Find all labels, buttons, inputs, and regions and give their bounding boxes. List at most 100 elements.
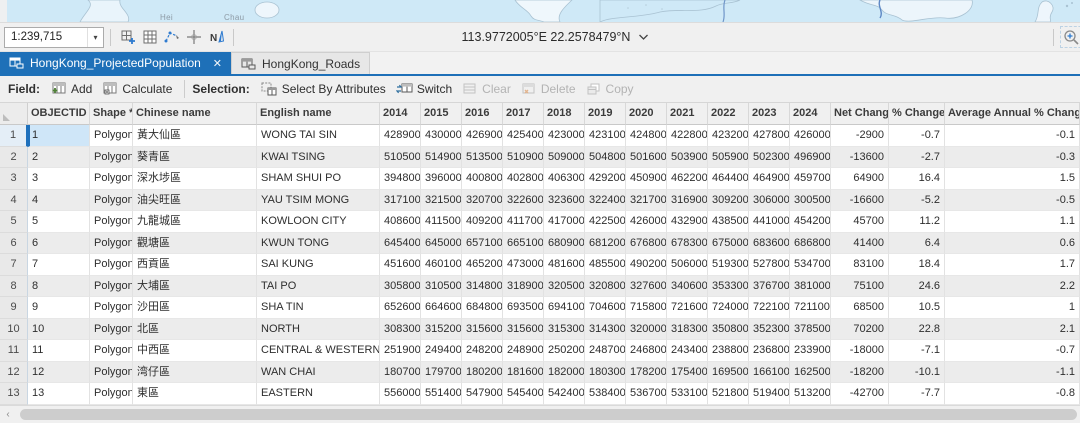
- cell[interactable]: 327600: [626, 276, 667, 298]
- cell[interactable]: TAI PO: [257, 276, 380, 298]
- cell[interactable]: 中西區: [133, 340, 257, 362]
- cell[interactable]: 652600: [380, 297, 421, 319]
- row-number[interactable]: 12: [0, 362, 28, 384]
- cell[interactable]: 318300: [667, 319, 708, 341]
- select-all-corner[interactable]: [0, 103, 28, 125]
- cell[interactable]: 521800: [708, 383, 749, 405]
- cell[interactable]: 547900: [462, 383, 503, 405]
- tab-hongkong-roads[interactable]: HongKong_Roads: [231, 52, 370, 74]
- cell[interactable]: 248200: [462, 340, 503, 362]
- cell[interactable]: 657100: [462, 233, 503, 255]
- column-header[interactable]: Shape *: [90, 103, 133, 125]
- cell[interactable]: 6.4: [889, 233, 945, 255]
- cell[interactable]: 315600: [462, 319, 503, 341]
- cell[interactable]: 1.7: [945, 254, 1080, 276]
- cell[interactable]: 16.4: [889, 168, 945, 190]
- cell[interactable]: 450900: [626, 168, 667, 190]
- cell[interactable]: 510500: [380, 147, 421, 169]
- column-header[interactable]: 2015: [421, 103, 462, 125]
- cell[interactable]: 694100: [544, 297, 585, 319]
- cell[interactable]: 2.1: [945, 319, 1080, 341]
- cell[interactable]: 542400: [544, 383, 585, 405]
- cell[interactable]: 459700: [790, 168, 831, 190]
- cell[interactable]: Polygon: [90, 276, 133, 298]
- horizontal-scrollbar[interactable]: ‹: [0, 405, 1080, 423]
- cell[interactable]: 501600: [626, 147, 667, 169]
- cell[interactable]: 350800: [708, 319, 749, 341]
- cell[interactable]: 551400: [421, 383, 462, 405]
- cell[interactable]: 321500: [421, 190, 462, 212]
- row-number[interactable]: 6: [0, 233, 28, 255]
- cell[interactable]: 675000: [708, 233, 749, 255]
- cell[interactable]: Polygon: [90, 383, 133, 405]
- map-view[interactable]: Hei Chau: [0, 0, 1080, 22]
- cell[interactable]: Polygon: [90, 190, 133, 212]
- column-header[interactable]: OBJECTID *: [28, 103, 90, 125]
- cell[interactable]: WONG TAI SIN: [257, 125, 380, 147]
- row-number[interactable]: 11: [0, 340, 28, 362]
- cell[interactable]: KOWLOON CITY: [257, 211, 380, 233]
- cell[interactable]: 油尖旺區: [133, 190, 257, 212]
- cell[interactable]: 454200: [790, 211, 831, 233]
- cell[interactable]: 460100: [421, 254, 462, 276]
- cell[interactable]: 179700: [421, 362, 462, 384]
- cell[interactable]: 510900: [503, 147, 544, 169]
- cell[interactable]: 1.5: [945, 168, 1080, 190]
- cell[interactable]: 18.4: [889, 254, 945, 276]
- cell[interactable]: -10.1: [889, 362, 945, 384]
- calculate-field-button[interactable]: Calculate: [97, 80, 177, 98]
- cell[interactable]: 503900: [667, 147, 708, 169]
- column-header[interactable]: 2014: [380, 103, 421, 125]
- north-arrow-icon[interactable]: N: [205, 26, 227, 48]
- cell[interactable]: YAU TSIM MONG: [257, 190, 380, 212]
- cell[interactable]: Polygon: [90, 340, 133, 362]
- cell[interactable]: NORTH: [257, 319, 380, 341]
- row-number[interactable]: 9: [0, 297, 28, 319]
- cell[interactable]: 2.2: [945, 276, 1080, 298]
- cell[interactable]: 182000: [544, 362, 585, 384]
- row-number[interactable]: 3: [0, 168, 28, 190]
- cell[interactable]: 180700: [380, 362, 421, 384]
- cell[interactable]: 400800: [462, 168, 503, 190]
- coordinates-readout[interactable]: 113.9772005°E 22.2578479°N: [462, 30, 631, 44]
- switch-selection-button[interactable]: Switch: [391, 80, 457, 98]
- cell[interactable]: 320800: [585, 276, 626, 298]
- cell[interactable]: 323600: [544, 190, 585, 212]
- cell[interactable]: 527800: [749, 254, 790, 276]
- cell[interactable]: 505900: [708, 147, 749, 169]
- map-scale-value[interactable]: 1:239,715: [5, 31, 87, 43]
- cell[interactable]: -18000: [831, 340, 889, 362]
- cell[interactable]: 506000: [667, 254, 708, 276]
- cell[interactable]: SHAM SHUI PO: [257, 168, 380, 190]
- copy-selected-button[interactable]: Copy: [581, 80, 639, 98]
- cell[interactable]: 1: [28, 125, 90, 147]
- cell[interactable]: 417000: [544, 211, 585, 233]
- column-header[interactable]: Chinese name: [133, 103, 257, 125]
- cell[interactable]: 504800: [585, 147, 626, 169]
- cell[interactable]: 葵青區: [133, 147, 257, 169]
- cell[interactable]: 394800: [380, 168, 421, 190]
- cell[interactable]: 83100: [831, 254, 889, 276]
- cell[interactable]: 353300: [708, 276, 749, 298]
- cell[interactable]: 425400: [503, 125, 544, 147]
- cell[interactable]: 248900: [503, 340, 544, 362]
- tab-hongkong-projectedpopulation[interactable]: HongKong_ProjectedPopulation ✕: [0, 52, 231, 74]
- cell[interactable]: 黃大仙區: [133, 125, 257, 147]
- cell[interactable]: Polygon: [90, 254, 133, 276]
- cell[interactable]: 396000: [421, 168, 462, 190]
- cell[interactable]: 352300: [749, 319, 790, 341]
- cell[interactable]: CENTRAL & WESTERN: [257, 340, 380, 362]
- cell[interactable]: 473000: [503, 254, 544, 276]
- measure-sketch-icon[interactable]: [161, 26, 183, 48]
- cell[interactable]: 438500: [708, 211, 749, 233]
- cell[interactable]: -0.7: [889, 125, 945, 147]
- cell[interactable]: 10: [28, 319, 90, 341]
- cell[interactable]: 9: [28, 297, 90, 319]
- cell[interactable]: 536700: [626, 383, 667, 405]
- cell[interactable]: 704600: [585, 297, 626, 319]
- cell[interactable]: 4: [28, 190, 90, 212]
- cell[interactable]: 深水埗區: [133, 168, 257, 190]
- cell[interactable]: 250200: [544, 340, 585, 362]
- close-tab-icon[interactable]: ✕: [213, 57, 222, 70]
- cell[interactable]: 462200: [667, 168, 708, 190]
